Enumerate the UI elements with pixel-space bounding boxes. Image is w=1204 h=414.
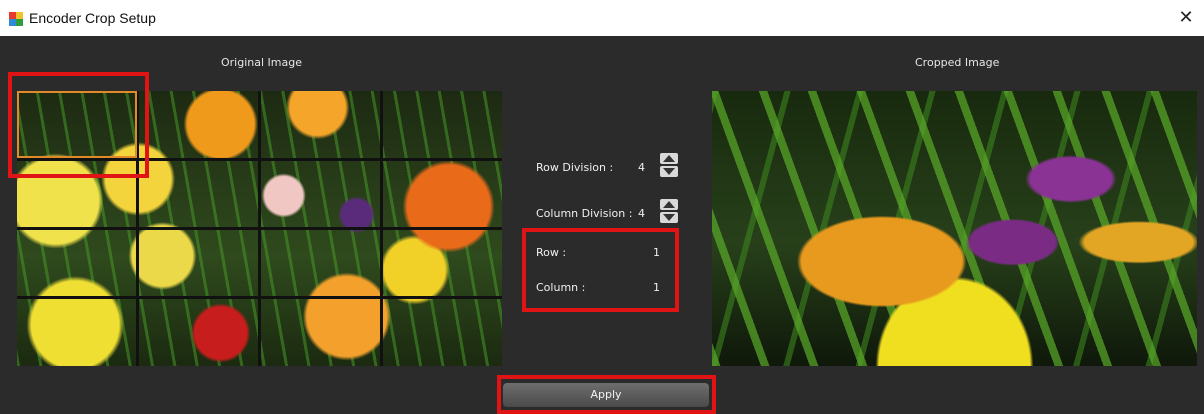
- cropped-image-label: Cropped Image: [915, 56, 1000, 69]
- window-title: Encoder Crop Setup: [29, 10, 156, 26]
- increment-icon[interactable]: [660, 153, 678, 164]
- app-grid-icon: [9, 12, 23, 26]
- apply-button[interactable]: Apply: [503, 383, 709, 407]
- row-value: 1: [653, 246, 660, 259]
- app-icon-yellow: [16, 12, 23, 19]
- column-value: 1: [653, 281, 660, 294]
- column-division-label: Column Division :: [536, 207, 633, 220]
- row-division-label: Row Division :: [536, 161, 614, 174]
- original-image-label: Original Image: [221, 56, 302, 69]
- decrement-icon[interactable]: [660, 212, 678, 223]
- column-division-stepper[interactable]: [660, 199, 678, 223]
- increment-icon[interactable]: [660, 199, 678, 210]
- row-division-stepper[interactable]: [660, 153, 678, 177]
- column-division-value[interactable]: 4: [638, 207, 645, 220]
- grid-line: [17, 227, 502, 230]
- app-icon-red: [9, 12, 16, 19]
- title-bar: Encoder Crop Setup ✕: [0, 0, 1204, 36]
- grid-line: [17, 296, 502, 299]
- cropped-image: [712, 91, 1197, 366]
- row-label: Row :: [536, 246, 567, 259]
- close-icon[interactable]: ✕: [1174, 6, 1198, 30]
- decrement-icon[interactable]: [660, 166, 678, 177]
- column-label: Column :: [536, 281, 586, 294]
- highlight-row-column: [522, 228, 679, 312]
- highlight-selected-cell: [8, 72, 149, 178]
- row-division-value[interactable]: 4: [638, 161, 645, 174]
- app-icon-green: [16, 19, 23, 26]
- app-icon-blue: [9, 19, 16, 26]
